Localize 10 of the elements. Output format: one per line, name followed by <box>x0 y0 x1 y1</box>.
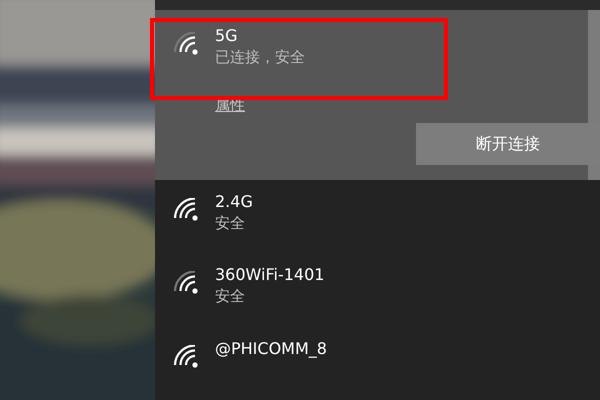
network-status: 已连接，安全 <box>215 47 305 68</box>
network-name[interactable]: 360WiFi-1401 <box>215 265 324 286</box>
network-name[interactable]: @PHICOMM_8 <box>215 338 327 359</box>
network-name[interactable]: 2.4G <box>215 192 253 212</box>
network-name: 5G <box>215 26 239 46</box>
network-item[interactable]: 360WiFi-1401 安全 <box>155 253 588 327</box>
network-status: 安全 <box>215 213 246 234</box>
network-item[interactable]: @PHICOMM_8 <box>155 326 588 400</box>
network-status: 安全 <box>215 286 246 308</box>
network-item[interactable]: 2.4G 安全 <box>155 180 588 254</box>
